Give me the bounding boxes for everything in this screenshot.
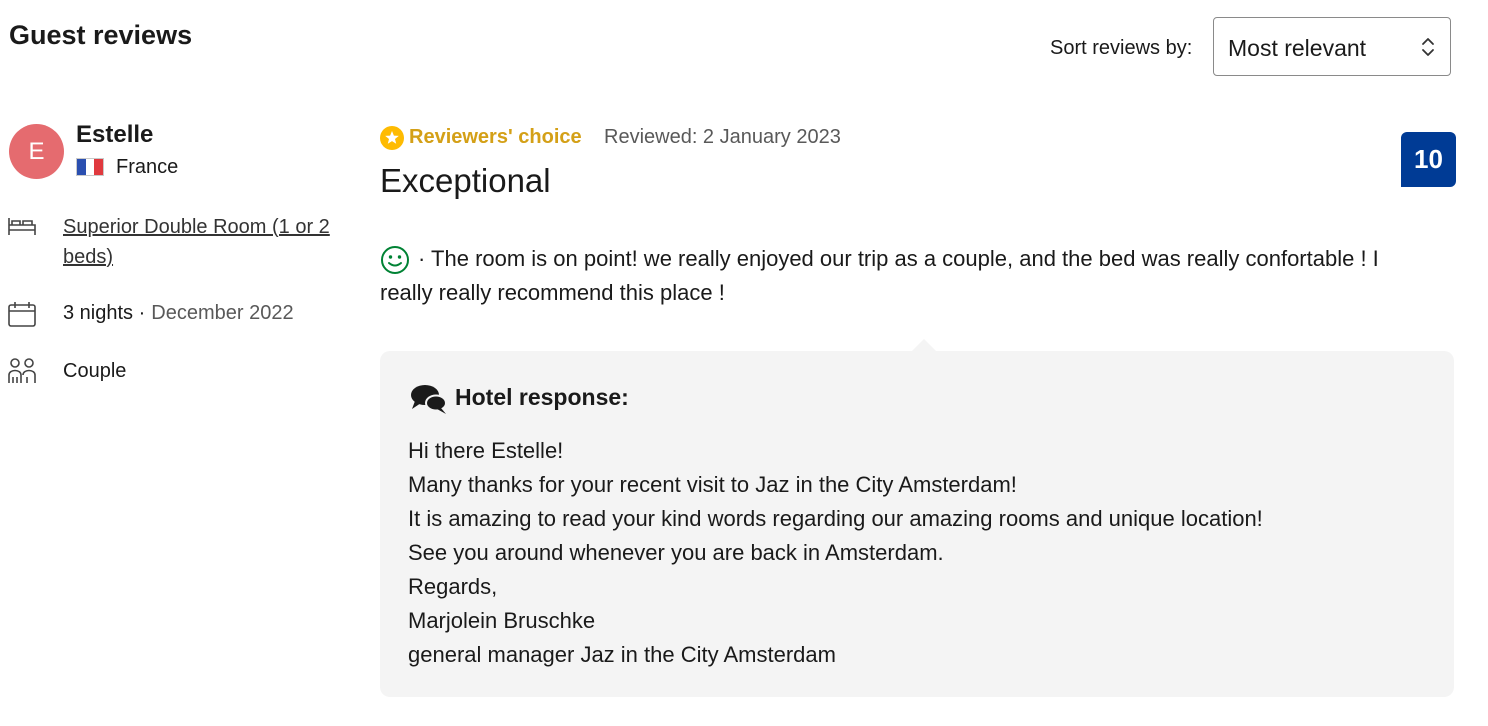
response-line: See you around whenever you are back in … — [408, 540, 944, 565]
room-type-link[interactable]: Superior Double Room (1 or 2 beds) — [63, 212, 348, 272]
response-line: It is amazing to read your kind words re… — [408, 506, 1263, 531]
traveler-type: Couple — [63, 360, 127, 382]
response-line: Marjolein Bruschke — [408, 608, 596, 633]
bed-icon — [7, 214, 37, 243]
sort-select[interactable]: Most relevant — [1213, 17, 1451, 76]
avatar: E — [9, 124, 64, 179]
stay-date: December 2022 — [151, 302, 294, 324]
sort-selected-value: Most relevant — [1228, 35, 1367, 61]
review-title: Exceptional — [380, 162, 551, 199]
review-text: · The room is on point! we really enjoye… — [380, 246, 1379, 305]
reviewer-country: France — [116, 156, 179, 178]
reviewed-date: Reviewed: 2 January 2023 — [604, 126, 841, 148]
response-notch — [912, 339, 936, 351]
calendar-icon — [7, 300, 37, 333]
page-title: Guest reviews — [9, 20, 193, 50]
chat-bubbles-icon — [410, 383, 448, 420]
chevron-up-down-icon — [1420, 36, 1436, 63]
star-icon — [380, 126, 404, 150]
review-score: 10 — [1401, 132, 1456, 187]
reviewer-name: Estelle — [76, 121, 154, 148]
stay-nights: 3 nights · — [63, 302, 146, 324]
response-line: Regards, — [408, 574, 498, 599]
hotel-response-text: Hi there Estelle! Many thanks for your r… — [408, 434, 1263, 672]
response-line: Many thanks for your recent visit to Jaz… — [408, 472, 1017, 497]
response-line: general manager Jaz in the City Amsterda… — [408, 642, 836, 667]
people-icon — [7, 357, 37, 390]
reviewers-choice-badge: Reviewers' choice — [409, 126, 582, 148]
stay-duration: 3 nights · December 2022 — [63, 302, 294, 325]
hotel-response-title: Hotel response: — [455, 384, 629, 410]
flag-france-icon — [76, 158, 104, 176]
sort-label: Sort reviews by: — [1050, 37, 1193, 59]
response-line: Hi there Estelle! — [408, 438, 564, 463]
